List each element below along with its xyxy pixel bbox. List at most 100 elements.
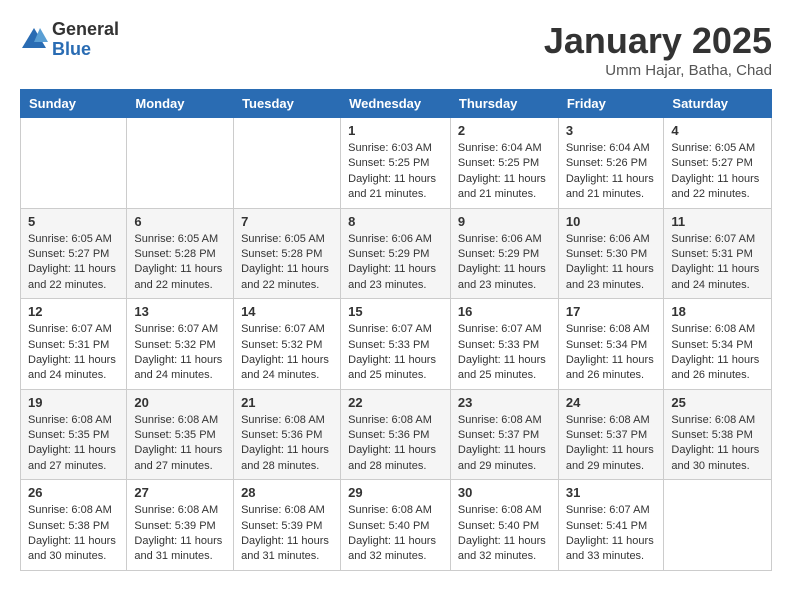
calendar-day-cell: 19Sunrise: 6:08 AMSunset: 5:35 PMDayligh… <box>21 389 127 480</box>
calendar-day-cell: 21Sunrise: 6:08 AMSunset: 5:36 PMDayligh… <box>234 389 341 480</box>
day-info: Sunrise: 6:05 AMSunset: 5:28 PMDaylight:… <box>134 232 226 294</box>
day-info: Sunrise: 6:08 AMSunset: 5:40 PMDaylight:… <box>348 503 443 565</box>
day-number: 16 <box>458 304 551 319</box>
day-info: Sunrise: 6:08 AMSunset: 5:40 PMDaylight:… <box>458 503 551 565</box>
calendar-empty-cell <box>664 480 772 571</box>
day-number: 10 <box>566 214 657 229</box>
day-number: 8 <box>348 214 443 229</box>
calendar-day-cell: 2 Sunrise: 6:04 AMSunset: 5:25 PMDaylight… <box>450 118 558 209</box>
calendar-day-cell: 9 Sunrise: 6:06 AMSunset: 5:29 PMDaylight… <box>450 208 558 299</box>
weekday-header-sunday: Sunday <box>21 90 127 118</box>
day-info: Sunrise: 6:07 AMSunset: 5:31 PMDaylight:… <box>671 232 764 294</box>
weekday-header-saturday: Saturday <box>664 90 772 118</box>
day-info: Sunrise: 6:05 AMSunset: 5:27 PMDaylight:… <box>671 141 764 203</box>
calendar-empty-cell <box>234 118 341 209</box>
day-number: 4 <box>671 123 764 138</box>
day-number: 30 <box>458 485 551 500</box>
day-info: Sunrise: 6:08 AMSunset: 5:39 PMDaylight:… <box>134 503 226 565</box>
day-info: Sunrise: 6:05 AMSunset: 5:28 PMDaylight:… <box>241 232 333 294</box>
day-info: Sunrise: 6:06 AMSunset: 5:29 PMDaylight:… <box>458 232 551 294</box>
calendar-day-cell: 7Sunrise: 6:05 AMSunset: 5:28 PMDaylight… <box>234 208 341 299</box>
weekday-header-monday: Monday <box>127 90 234 118</box>
day-number: 6 <box>134 214 226 229</box>
day-number: 23 <box>458 395 551 410</box>
month-title: January 2025 <box>544 20 772 62</box>
calendar-day-cell: 6 Sunrise: 6:05 AMSunset: 5:28 PMDaylight… <box>127 208 234 299</box>
page-header: General Blue January 2025 Umm Hajar, Bat… <box>20 20 772 79</box>
day-number: 26 <box>28 485 119 500</box>
day-number: 12 <box>28 304 119 319</box>
day-number: 24 <box>566 395 657 410</box>
day-info: Sunrise: 6:04 AMSunset: 5:25 PMDaylight:… <box>458 141 551 203</box>
day-number: 27 <box>134 485 226 500</box>
day-number: 14 <box>241 304 333 319</box>
weekday-header-friday: Friday <box>558 90 664 118</box>
day-number: 9 <box>458 214 551 229</box>
day-info: Sunrise: 6:04 AMSunset: 5:26 PMDaylight:… <box>566 141 657 203</box>
calendar-day-cell: 17Sunrise: 6:08 AMSunset: 5:34 PMDayligh… <box>558 299 664 390</box>
day-number: 25 <box>671 395 764 410</box>
weekday-header-tuesday: Tuesday <box>234 90 341 118</box>
day-info: Sunrise: 6:06 AMSunset: 5:30 PMDaylight:… <box>566 232 657 294</box>
day-info: Sunrise: 6:07 AMSunset: 5:33 PMDaylight:… <box>348 322 443 384</box>
calendar-day-cell: 15Sunrise: 6:07 AMSunset: 5:33 PMDayligh… <box>341 299 451 390</box>
day-info: Sunrise: 6:07 AMSunset: 5:32 PMDaylight:… <box>241 322 333 384</box>
calendar-day-cell: 4 Sunrise: 6:05 AMSunset: 5:27 PMDaylight… <box>664 118 772 209</box>
calendar-day-cell: 22Sunrise: 6:08 AMSunset: 5:36 PMDayligh… <box>341 389 451 480</box>
day-number: 2 <box>458 123 551 138</box>
day-number: 28 <box>241 485 333 500</box>
calendar-day-cell: 27 Sunrise: 6:08 AMSunset: 5:39 PMDayligh… <box>127 480 234 571</box>
day-info: Sunrise: 6:05 AMSunset: 5:27 PMDaylight:… <box>28 232 119 294</box>
calendar-week-row: 19Sunrise: 6:08 AMSunset: 5:35 PMDayligh… <box>21 389 772 480</box>
calendar-empty-cell <box>127 118 234 209</box>
calendar-day-cell: 11 Sunrise: 6:07 AMSunset: 5:31 PMDayligh… <box>664 208 772 299</box>
day-info: Sunrise: 6:08 AMSunset: 5:37 PMDaylight:… <box>458 413 551 475</box>
calendar-day-cell: 3 Sunrise: 6:04 AMSunset: 5:26 PMDaylight… <box>558 118 664 209</box>
day-number: 11 <box>671 214 764 229</box>
day-info: Sunrise: 6:08 AMSunset: 5:36 PMDaylight:… <box>348 413 443 475</box>
calendar-day-cell: 18Sunrise: 6:08 AMSunset: 5:34 PMDayligh… <box>664 299 772 390</box>
day-number: 1 <box>348 123 443 138</box>
day-info: Sunrise: 6:06 AMSunset: 5:29 PMDaylight:… <box>348 232 443 294</box>
day-number: 13 <box>134 304 226 319</box>
day-number: 21 <box>241 395 333 410</box>
day-number: 31 <box>566 485 657 500</box>
calendar-day-cell: 29 Sunrise: 6:08 AMSunset: 5:40 PMDayligh… <box>341 480 451 571</box>
weekday-header-wednesday: Wednesday <box>341 90 451 118</box>
calendar-day-cell: 14 Sunrise: 6:07 AMSunset: 5:32 PMDayligh… <box>234 299 341 390</box>
weekday-header-thursday: Thursday <box>450 90 558 118</box>
calendar-day-cell: 25 Sunrise: 6:08 AMSunset: 5:38 PMDayligh… <box>664 389 772 480</box>
day-number: 17 <box>566 304 657 319</box>
day-info: Sunrise: 6:07 AMSunset: 5:41 PMDaylight:… <box>566 503 657 565</box>
calendar-week-row: 5 Sunrise: 6:05 AMSunset: 5:27 PMDaylight… <box>21 208 772 299</box>
logo-blue: Blue <box>52 40 119 60</box>
calendar-day-cell: 13 Sunrise: 6:07 AMSunset: 5:32 PMDayligh… <box>127 299 234 390</box>
logo-icon <box>20 26 48 54</box>
day-info: Sunrise: 6:08 AMSunset: 5:35 PMDaylight:… <box>28 413 119 475</box>
day-info: Sunrise: 6:08 AMSunset: 5:35 PMDaylight:… <box>134 413 226 475</box>
logo-text: General Blue <box>52 20 119 60</box>
day-number: 20 <box>134 395 226 410</box>
calendar-day-cell: 23 Sunrise: 6:08 AMSunset: 5:37 PMDayligh… <box>450 389 558 480</box>
day-info: Sunrise: 6:03 AMSunset: 5:25 PMDaylight:… <box>348 141 443 203</box>
calendar-week-row: 1 Sunrise: 6:03 AMSunset: 5:25 PMDaylight… <box>21 118 772 209</box>
calendar-day-cell: 31 Sunrise: 6:07 AMSunset: 5:41 PMDayligh… <box>558 480 664 571</box>
calendar-week-row: 26 Sunrise: 6:08 AMSunset: 5:38 PMDayligh… <box>21 480 772 571</box>
calendar-week-row: 12Sunrise: 6:07 AMSunset: 5:31 PMDayligh… <box>21 299 772 390</box>
weekday-header-row: SundayMondayTuesdayWednesdayThursdayFrid… <box>21 90 772 118</box>
day-number: 29 <box>348 485 443 500</box>
calendar-day-cell: 8 Sunrise: 6:06 AMSunset: 5:29 PMDaylight… <box>341 208 451 299</box>
day-info: Sunrise: 6:07 AMSunset: 5:32 PMDaylight:… <box>134 322 226 384</box>
calendar-table: SundayMondayTuesdayWednesdayThursdayFrid… <box>20 89 772 571</box>
day-number: 3 <box>566 123 657 138</box>
calendar-day-cell: 24 Sunrise: 6:08 AMSunset: 5:37 PMDayligh… <box>558 389 664 480</box>
day-info: Sunrise: 6:08 AMSunset: 5:38 PMDaylight:… <box>671 413 764 475</box>
day-info: Sunrise: 6:08 AMSunset: 5:37 PMDaylight:… <box>566 413 657 475</box>
calendar-day-cell: 12Sunrise: 6:07 AMSunset: 5:31 PMDayligh… <box>21 299 127 390</box>
day-info: Sunrise: 6:08 AMSunset: 5:38 PMDaylight:… <box>28 503 119 565</box>
logo-general: General <box>52 20 119 40</box>
logo: General Blue <box>20 20 119 60</box>
day-info: Sunrise: 6:08 AMSunset: 5:39 PMDaylight:… <box>241 503 333 565</box>
day-number: 5 <box>28 214 119 229</box>
calendar-day-cell: 26 Sunrise: 6:08 AMSunset: 5:38 PMDayligh… <box>21 480 127 571</box>
